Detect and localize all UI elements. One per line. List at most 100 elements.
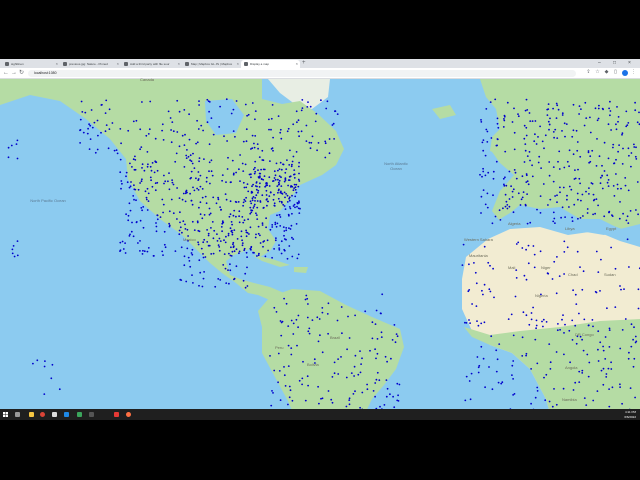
map-point-marker[interactable] [549,117,551,120]
map-point-marker[interactable] [287,344,290,347]
map-point-marker[interactable] [289,186,292,188]
map-point-marker[interactable] [630,323,633,326]
map-point-marker[interactable] [483,321,486,324]
map-point-marker[interactable] [484,203,487,206]
map-point-marker[interactable] [241,242,244,245]
map-point-marker[interactable] [513,131,516,134]
map-point-marker[interactable] [273,204,276,207]
map-point-marker[interactable] [228,215,231,218]
map-point-marker[interactable] [242,140,245,143]
map-point-marker[interactable] [280,190,282,193]
map-point-marker[interactable] [171,121,174,123]
map-point-marker[interactable] [325,107,328,110]
search-icon[interactable] [15,412,20,417]
map-point-marker[interactable] [255,233,257,236]
map-point-marker[interactable] [298,172,300,175]
map-point-marker[interactable] [285,193,287,195]
map-point-marker[interactable] [392,395,394,398]
map-point-marker[interactable] [255,214,258,217]
map-point-marker[interactable] [468,380,471,382]
map-point-marker[interactable] [202,277,205,280]
map-point-marker[interactable] [539,250,542,253]
map-point-marker[interactable] [198,259,201,262]
map-point-marker[interactable] [283,180,286,183]
map-point-marker[interactable] [525,174,528,177]
map-point-marker[interactable] [603,141,606,144]
map-point-marker[interactable] [574,381,577,384]
map-point-marker[interactable] [274,223,277,226]
map-point-marker[interactable] [525,352,528,355]
map-point-marker[interactable] [608,329,611,331]
map-point-marker[interactable] [523,161,526,163]
map-point-marker[interactable] [507,318,510,320]
map-point-marker[interactable] [512,378,514,380]
map-point-marker[interactable] [548,343,551,345]
map-point-marker[interactable] [489,101,492,103]
map-point-marker[interactable] [327,390,330,392]
map-point-marker[interactable] [246,183,249,185]
map-point-marker[interactable] [262,178,265,181]
map-point-marker[interactable] [560,216,562,219]
tab-sightlinen[interactable]: sightlinen × [2,60,60,68]
map-point-marker[interactable] [273,369,276,372]
map-point-marker[interactable] [197,189,200,191]
map-point-marker[interactable] [183,144,186,146]
map-point-marker[interactable] [234,200,237,203]
map-point-marker[interactable] [262,245,264,248]
map-point-marker[interactable] [517,115,520,118]
map-point-marker[interactable] [624,177,627,179]
map-point-marker[interactable] [191,220,194,223]
map-point-marker[interactable] [246,256,249,258]
map-point-marker[interactable] [243,198,246,201]
map-point-marker[interactable] [225,282,228,284]
map-point-marker[interactable] [357,373,360,376]
map-point-marker[interactable] [16,254,19,257]
map-point-marker[interactable] [625,110,628,113]
map-point-marker[interactable] [487,261,490,264]
map-point-marker[interactable] [43,365,46,368]
map-point-marker[interactable] [630,345,633,348]
map-point-marker[interactable] [178,197,181,199]
map-point-marker[interactable] [150,169,153,172]
map-point-marker[interactable] [278,244,280,247]
map-point-marker[interactable] [145,196,148,199]
map-point-marker[interactable] [486,192,489,195]
map-point-marker[interactable] [255,194,258,197]
map-point-marker[interactable] [461,264,464,266]
map-point-marker[interactable] [308,332,311,335]
map-point-marker[interactable] [202,241,205,244]
map-point-marker[interactable] [354,314,356,317]
map-point-marker[interactable] [489,264,491,267]
map-point-marker[interactable] [297,119,300,122]
map-point-marker[interactable] [372,390,375,392]
map-point-marker[interactable] [208,161,211,164]
map-point-marker[interactable] [616,183,619,186]
map-point-marker[interactable] [58,388,61,391]
map-point-marker[interactable] [632,338,634,341]
map-point-marker[interactable] [629,387,632,389]
map-point-marker[interactable] [477,324,480,327]
map-point-marker[interactable] [291,212,293,215]
map-point-marker[interactable] [146,209,149,211]
map-point-marker[interactable] [574,324,577,327]
app-icon[interactable] [77,412,82,417]
map-point-marker[interactable] [242,170,245,172]
map-point-marker[interactable] [290,165,293,168]
map-point-marker[interactable] [318,318,321,320]
map-point-marker[interactable] [186,247,189,250]
address-bar[interactable]: localhost:1080 [28,69,576,77]
map-point-marker[interactable] [196,141,199,144]
map-point-marker[interactable] [143,169,146,172]
map-point-marker[interactable] [525,248,527,251]
map-point-marker[interactable] [233,278,235,281]
map-point-marker[interactable] [200,124,203,127]
map-point-marker[interactable] [584,101,587,104]
map-point-marker[interactable] [530,312,533,314]
map-point-marker[interactable] [534,338,537,341]
map-point-marker[interactable] [556,137,559,139]
map-point-marker[interactable] [139,182,142,184]
map-point-marker[interactable] [563,332,565,334]
map-point-marker[interactable] [608,405,611,408]
map-point-marker[interactable] [88,148,91,150]
map-point-marker[interactable] [376,338,379,340]
